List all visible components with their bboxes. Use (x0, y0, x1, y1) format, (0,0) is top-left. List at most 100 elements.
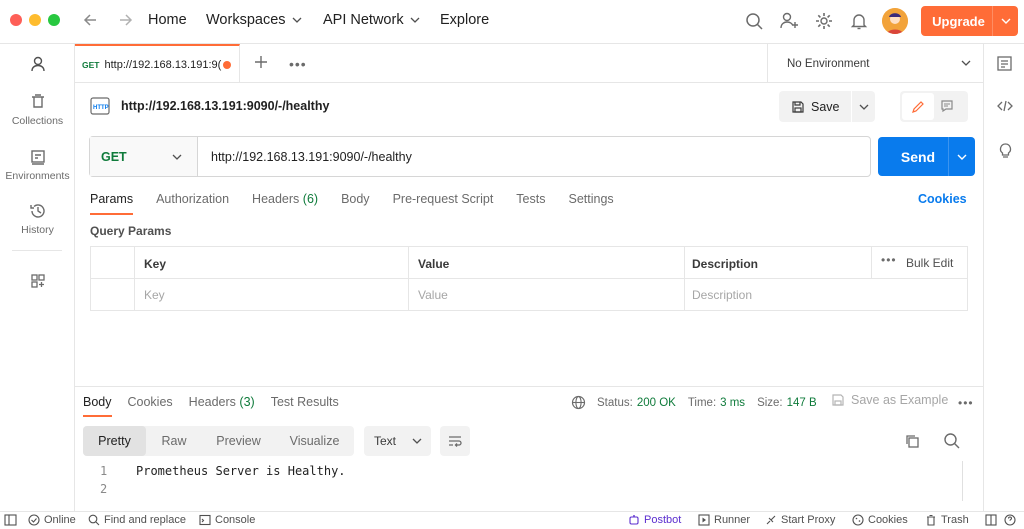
cookies-button[interactable]: Cookies (852, 514, 908, 526)
tab-settings[interactable]: Settings (568, 192, 613, 215)
request-tab[interactable]: GET http://192.168.13.191:9( (75, 44, 240, 83)
request-title[interactable]: http://192.168.13.191:9090/-/healthy (121, 99, 329, 113)
format-preview[interactable]: Preview (202, 426, 275, 456)
user-avatar[interactable] (882, 8, 908, 34)
key-input[interactable]: Key (144, 288, 165, 302)
help-icon[interactable] (1004, 514, 1016, 526)
online-status[interactable]: Online (28, 514, 76, 526)
response-tab-cookies[interactable]: Cookies (128, 395, 173, 417)
comments-icon[interactable] (940, 99, 954, 113)
save-as-example-button[interactable]: Save as Example (831, 393, 948, 407)
save-button-group: Save (779, 91, 875, 122)
status-value[interactable]: 200 OK (637, 397, 676, 409)
code-line: 2 (100, 480, 346, 498)
method-label: GET (101, 149, 127, 164)
back-arrow-icon[interactable] (83, 12, 99, 28)
maximize-window-button[interactable] (48, 14, 60, 26)
description-input[interactable]: Description (692, 288, 752, 302)
console-button[interactable]: Console (199, 514, 255, 526)
notifications-bell-icon[interactable] (849, 11, 869, 31)
wrap-lines-icon[interactable] (440, 426, 470, 456)
postbot-button[interactable]: Postbot (628, 514, 681, 526)
sidebar-item-user[interactable] (0, 55, 75, 77)
search-icon[interactable] (943, 432, 960, 449)
start-proxy-button[interactable]: Start Proxy (765, 514, 835, 526)
environment-selector[interactable]: No Environment (767, 44, 983, 83)
response-body[interactable]: 1 Prometheus Server is Healthy. 2 (100, 462, 346, 498)
tab-params[interactable]: Params (90, 192, 134, 215)
chevron-down-icon[interactable] (949, 152, 975, 162)
tab-label: Body (341, 192, 370, 206)
time-label: Time: (687, 396, 717, 409)
response-tab-body[interactable]: Body (83, 395, 112, 417)
more-options-icon[interactable]: ••• (881, 253, 897, 267)
more-options-icon[interactable]: ••• (958, 396, 974, 410)
save-button[interactable]: Save (779, 91, 851, 122)
tab-label: Settings (568, 192, 614, 206)
tab-headers[interactable]: Headers (6) (252, 192, 318, 215)
runner-button[interactable]: Runner (698, 514, 750, 526)
edit-pencil-icon[interactable] (902, 93, 934, 120)
tab-prerequest-script[interactable]: Pre-request Script (393, 192, 494, 215)
status-label: Status: (597, 396, 633, 409)
format-raw[interactable]: Raw (146, 426, 202, 456)
more-tabs-icon[interactable]: ••• (289, 56, 307, 72)
code-snippet-icon[interactable] (996, 97, 1014, 115)
url-input[interactable]: http://192.168.13.191:9090/-/healthy (198, 150, 412, 164)
trash-label: Trash (941, 514, 969, 526)
line-number: 1 (100, 464, 108, 478)
sidebar-item-environments[interactable]: Environments (0, 148, 75, 182)
tab-body[interactable]: Body (341, 192, 370, 215)
upgrade-button[interactable]: Upgrade (921, 6, 1018, 36)
response-scrollbar[interactable] (962, 461, 963, 501)
forward-arrow-icon[interactable] (117, 12, 133, 28)
right-sidebar (983, 44, 1024, 511)
response-language-select[interactable]: Text (364, 426, 431, 456)
sidebar-item-history[interactable]: History (0, 202, 75, 236)
environment-quick-look-icon[interactable] (996, 55, 1013, 72)
time-value[interactable]: 3 ms (720, 397, 745, 409)
response-divider[interactable] (75, 386, 983, 387)
workspaces-menu[interactable]: Workspaces (206, 12, 302, 28)
toggle-sidebar-icon[interactable] (4, 514, 17, 526)
response-tabs: Body Cookies Headers (3) Test Results (83, 395, 355, 417)
cookies-link[interactable]: Cookies (918, 192, 967, 206)
tab-authorization[interactable]: Authorization (156, 192, 229, 215)
response-tab-headers[interactable]: Headers (3) (189, 395, 255, 417)
settings-gear-icon[interactable] (814, 11, 834, 31)
format-visualize[interactable]: Visualize (275, 426, 354, 456)
start-proxy-label: Start Proxy (781, 514, 836, 526)
close-window-button[interactable] (10, 14, 22, 26)
tab-tests[interactable]: Tests (516, 192, 545, 215)
trash-button[interactable]: Trash (925, 514, 969, 526)
size-value[interactable]: 147 B (787, 397, 817, 409)
copy-icon[interactable] (904, 433, 920, 449)
globe-icon[interactable] (571, 395, 586, 410)
response-tab-test-results[interactable]: Test Results (271, 395, 339, 417)
minimize-window-button[interactable] (29, 14, 41, 26)
find-replace-button[interactable]: Find and replace (88, 514, 186, 526)
bulk-edit-button[interactable]: Bulk Edit (906, 256, 953, 270)
new-tab-plus-icon[interactable] (254, 55, 268, 69)
save-options-chevron-icon[interactable] (852, 102, 875, 112)
send-button[interactable]: Send (878, 137, 975, 176)
chevron-down-icon[interactable] (993, 16, 1018, 26)
runner-label: Runner (714, 514, 751, 526)
lightbulb-icon[interactable] (997, 142, 1014, 160)
api-network-menu[interactable]: API Network (323, 12, 420, 28)
method-select[interactable]: GET (90, 137, 198, 176)
sidebar-item-collections[interactable]: Collections (0, 93, 75, 127)
cookie-icon (852, 514, 864, 526)
search-icon[interactable] (744, 11, 764, 31)
format-pretty[interactable]: Pretty (83, 426, 146, 456)
invite-user-icon[interactable] (779, 11, 799, 31)
tab-label: Body (83, 395, 112, 409)
value-input[interactable]: Value (418, 288, 448, 302)
explore-link[interactable]: Explore (440, 12, 489, 28)
layout-toggle-icon[interactable] (985, 514, 997, 526)
view-mode-toggle (900, 91, 968, 122)
chevron-down-icon (172, 154, 182, 160)
line-text: Prometheus Server is Healthy. (136, 464, 346, 478)
home-link[interactable]: Home (148, 12, 187, 28)
sidebar-item-apps[interactable] (0, 272, 75, 294)
